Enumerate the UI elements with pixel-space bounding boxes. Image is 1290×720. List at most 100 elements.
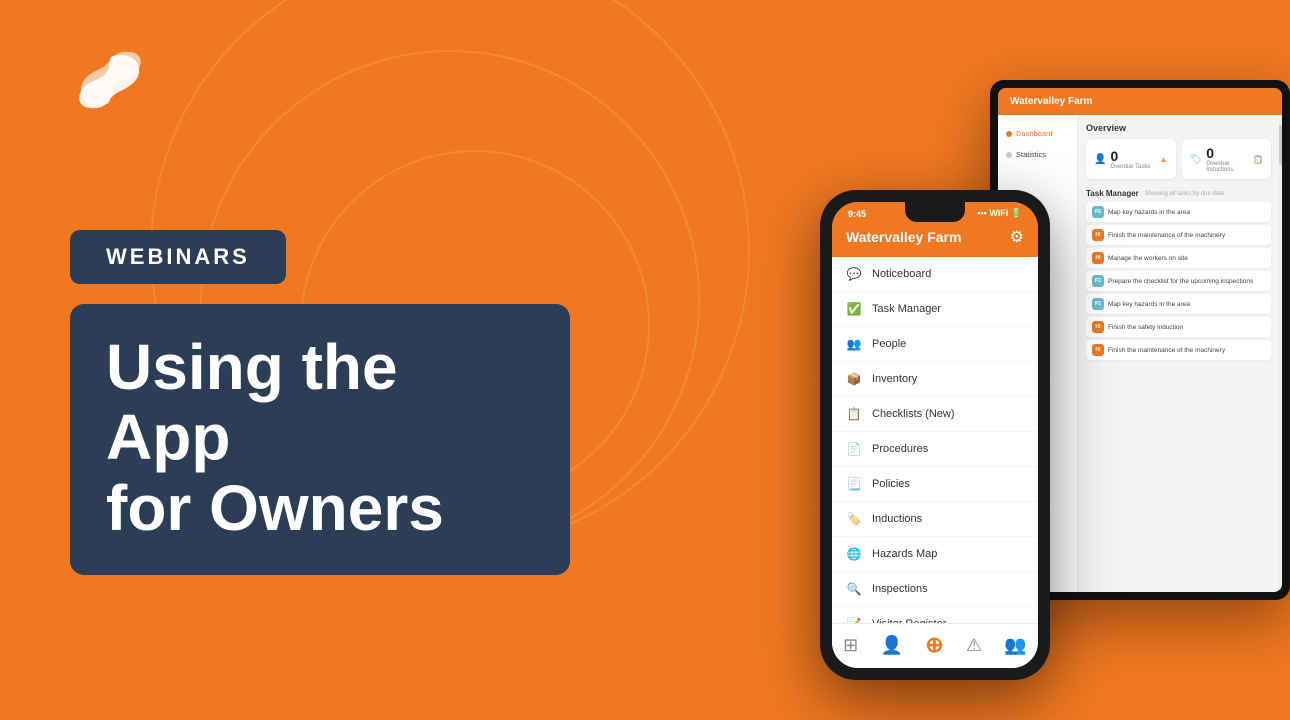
bottom-nav-team[interactable]: 👥 [1004,635,1026,656]
phone-time: 9:45 [848,209,866,219]
settings-icon[interactable]: ⚙ [1010,227,1024,247]
checklists-icon: 📋 [846,406,862,422]
tasks-card-icon: 👤 [1094,154,1106,165]
tasks-label: Overdue Tasks [1110,164,1155,170]
task-item-5[interactable]: P2 Map key hazards in the area [1086,294,1271,314]
phone-signal: ▪▪▪ WiFi 🔋 [977,208,1022,219]
overview-cards: 👤 0 Overdue Tasks ▲ 🏷 0 [1086,139,1271,179]
tablet-sidebar-item-statistics[interactable]: Statistics [998,144,1077,165]
webinars-badge: WEBINARS [70,230,286,284]
phone-screen: 9:45 ▪▪▪ WiFi 🔋 Watervalley Farm ⚙ 💬 Not… [832,202,1038,668]
task-badge-1: P2 [1092,206,1104,218]
phone-outer-frame: 9:45 ▪▪▪ WiFi 🔋 Watervalley Farm ⚙ 💬 Not… [820,190,1050,680]
menu-item-inventory[interactable]: 📦 Inventory [832,362,1038,397]
title-line2: for Owners [106,472,444,544]
menu-label-noticeboard: Noticeboard [872,268,931,280]
menu-label-inventory: Inventory [872,373,917,385]
menu-item-procedures[interactable]: 📄 Procedures [832,432,1038,467]
menu-item-noticeboard[interactable]: 💬 Noticeboard [832,257,1038,292]
bottom-nav-add[interactable]: ⊕ [925,632,943,658]
main-title: Using the App for Owners [70,304,570,575]
task-badge-2: HI [1092,229,1104,241]
inductions-alert-icon: 📋 [1253,155,1263,164]
overdue-inductions-card: 🏷 0 Overdue Inductions 📋 [1182,139,1272,179]
task-section-header: Task Manager Showing all tasks by due da… [1086,189,1271,198]
noticeboard-icon: 💬 [846,266,862,282]
tablet-header: Watervalley Farm [998,88,1282,115]
inspections-icon: 🔍 [846,581,862,597]
task-section-subtitle: Showing all tasks by due date [1145,191,1224,197]
task-item-1[interactable]: P2 Map key hazards in the area [1086,202,1271,222]
tablet-main-content: Overview 👤 0 Overdue Tasks ▲ [1078,115,1279,592]
inductions-card-icon: 🏷 [1190,154,1203,165]
overdue-tasks-card: 👤 0 Overdue Tasks ▲ [1086,139,1176,179]
menu-item-visitor-register[interactable]: 📝 Visitor Register [832,607,1038,623]
phone-header: Watervalley Farm ⚙ [832,221,1038,257]
tablet-scrollbar[interactable] [1279,115,1282,592]
task-item-3[interactable]: HI Manage the workers on site [1086,248,1271,268]
menu-label-inductions: Inductions [872,513,922,525]
phone-menu: 💬 Noticeboard ✅ Task Manager 👥 People 📦 … [832,257,1038,623]
task-badge-3: HI [1092,252,1104,264]
menu-label-checklists: Checklists (New) [872,408,955,420]
menu-item-hazards-map[interactable]: 🌐 Hazards Map [832,537,1038,572]
task-label-3: Manage the workers on site [1108,255,1188,262]
tasks-alert-icon: ▲ [1160,155,1168,164]
menu-item-policies[interactable]: 📃 Policies [832,467,1038,502]
task-section-title: Task Manager [1086,189,1139,198]
hazards-map-icon: 🌐 [846,546,862,562]
phone-bottom-nav: ⊞ 👤 ⊕ ⚠ 👥 [832,623,1038,668]
task-label-4: Prepare the checklist for the upcoming i… [1108,278,1253,285]
inventory-icon: 📦 [846,371,862,387]
task-item-7[interactable]: HI Finish the maintenance of the machine… [1086,340,1271,360]
tablet-sidebar-item-dashboard[interactable]: Dashboard [998,123,1077,144]
menu-label-hazards-map: Hazards Map [872,548,937,560]
task-badge-5: P2 [1092,298,1104,310]
title-line1: Using the App [106,331,398,473]
menu-item-people[interactable]: 👥 People [832,327,1038,362]
task-item-6[interactable]: HI Finish the safety induction [1086,317,1271,337]
task-label-5: Map key hazards in the area [1108,301,1190,308]
dashboard-dot [1006,131,1012,137]
task-item-4[interactable]: P2 Prepare the checklist for the upcomin… [1086,271,1271,291]
task-label-7: Finish the maintenance of the machinery [1108,347,1225,354]
task-manager-icon: ✅ [846,301,862,317]
statistics-dot [1006,152,1012,158]
task-item-2[interactable]: HI Finish the maintenance of the machine… [1086,225,1271,245]
menu-item-task-manager[interactable]: ✅ Task Manager [832,292,1038,327]
menu-label-inspections: Inspections [872,583,928,595]
menu-item-inductions[interactable]: 🏷️ Inductions [832,502,1038,537]
task-label-2: Finish the maintenance of the machinery [1108,232,1225,239]
inductions-icon: 🏷️ [846,511,862,527]
overview-title: Overview [1086,123,1271,133]
phone-header-title: Watervalley Farm [846,229,961,245]
menu-item-inspections[interactable]: 🔍 Inspections [832,572,1038,607]
inductions-count: 0 [1206,145,1249,161]
sidebar-label-statistics: Statistics [1016,150,1046,159]
bottom-nav-warnings[interactable]: ⚠ [966,635,982,656]
inductions-card-info: 0 Overdue Inductions [1206,145,1249,173]
scrollbar-thumb [1279,125,1282,165]
bottom-nav-home[interactable]: ⊞ [843,635,858,656]
task-badge-4: P2 [1092,275,1104,287]
menu-label-task-manager: Task Manager [872,303,941,315]
menu-label-policies: Policies [872,478,910,490]
task-badge-7: HI [1092,344,1104,356]
bottom-nav-people[interactable]: 👤 [881,635,903,656]
sidebar-label-dashboard: Dashboard [1016,129,1053,138]
tasks-card-info: 0 Overdue Tasks [1110,148,1155,170]
inductions-label: Overdue Inductions [1206,161,1249,173]
task-badge-6: HI [1092,321,1104,333]
left-content-area: WEBINARS Using the App for Owners [70,230,570,575]
procedures-icon: 📄 [846,441,862,457]
tasks-count: 0 [1110,148,1155,164]
task-label-1: Map key hazards in the area [1108,209,1190,216]
visitor-register-icon: 📝 [846,616,862,623]
menu-item-checklists[interactable]: 📋 Checklists (New) [832,397,1038,432]
brand-logo [70,40,150,120]
policies-icon: 📃 [846,476,862,492]
people-icon: 👥 [846,336,862,352]
logo-area [70,40,150,125]
menu-label-people: People [872,338,906,350]
tablet-header-title: Watervalley Farm [1010,96,1270,107]
